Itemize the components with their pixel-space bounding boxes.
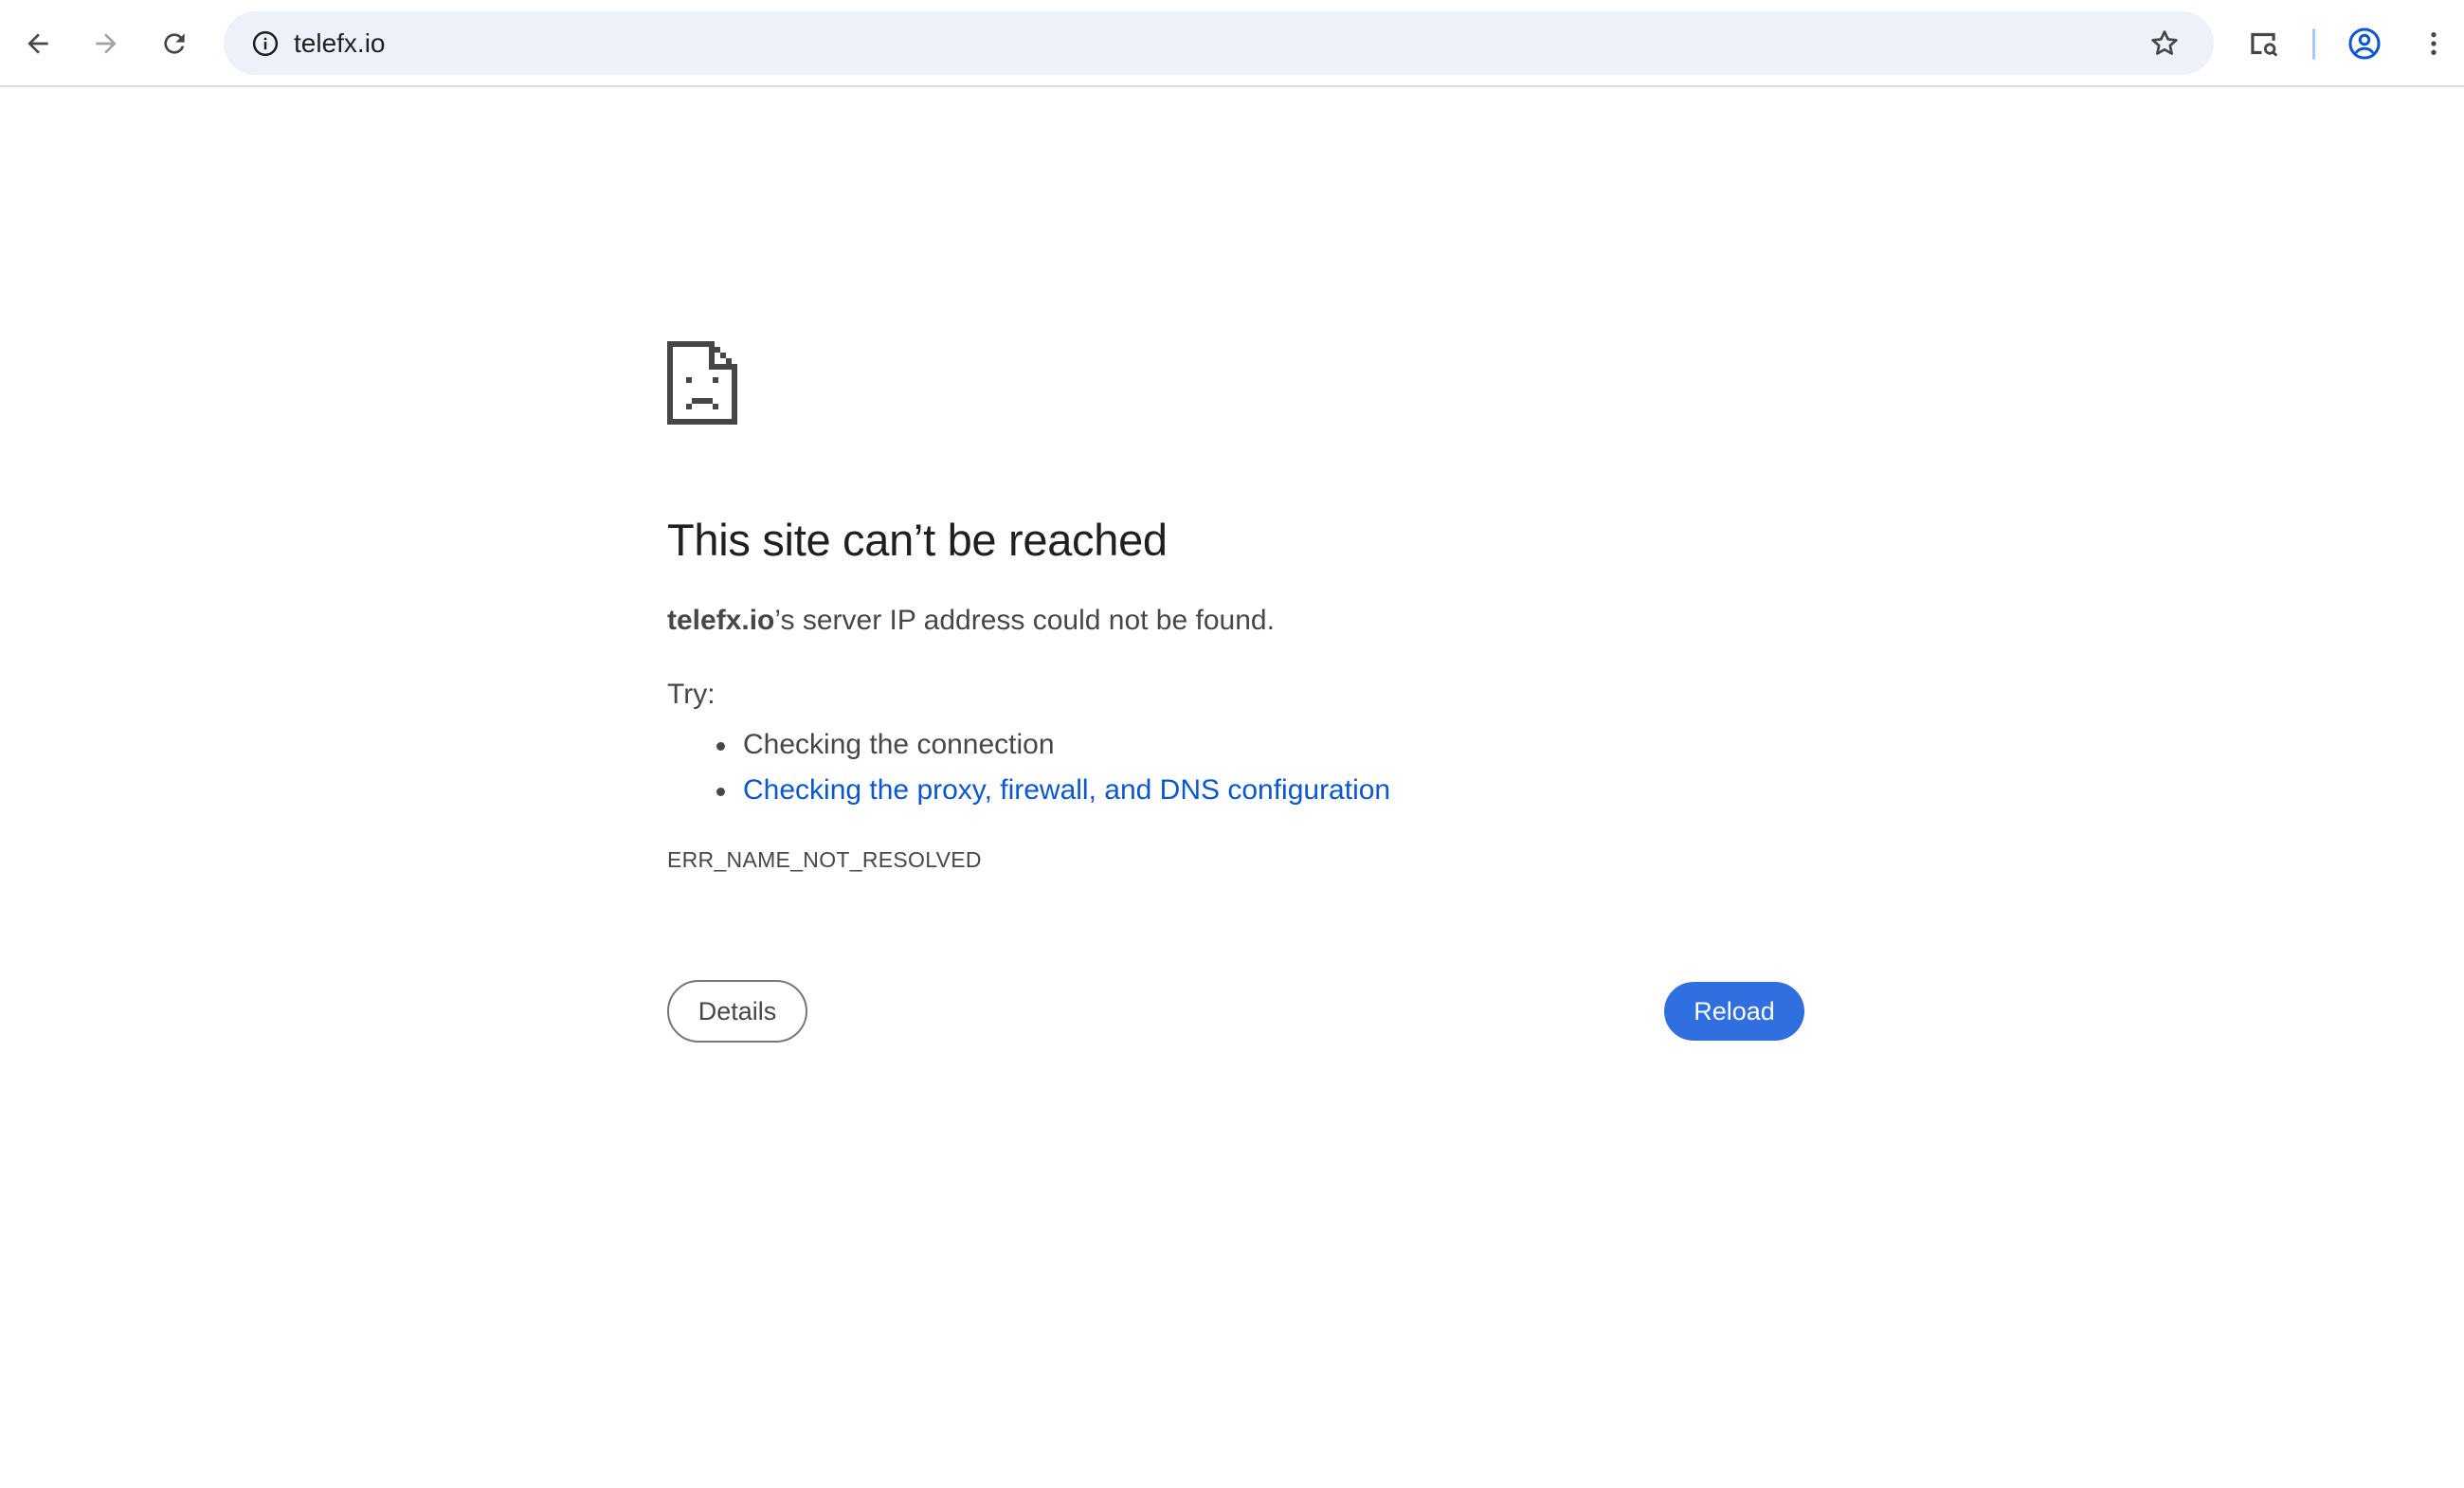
suggestion-proxy-link[interactable]: Checking the proxy, firewall, and DNS co… (743, 774, 1390, 806)
details-button[interactable]: Details (667, 980, 807, 1043)
menu-button[interactable] (2405, 15, 2462, 72)
address-bar[interactable]: telefx.io (224, 11, 2214, 75)
toolbar-separator (2312, 28, 2315, 60)
info-icon (252, 30, 279, 57)
forward-button[interactable] (78, 15, 135, 72)
reload-toolbar-button[interactable] (146, 15, 203, 72)
back-button[interactable] (9, 15, 66, 72)
reload-icon (164, 33, 185, 54)
tab-search-button[interactable] (2235, 15, 2292, 72)
bookmark-button[interactable] (2138, 17, 2191, 70)
more-vert-icon (2431, 32, 2437, 55)
error-host: telefx.io (667, 605, 775, 636)
error-summary: telefx.io’s server IP address could not … (667, 605, 1275, 637)
error-summary-text: ’s server IP address could not be found. (774, 605, 1275, 636)
star-icon (2151, 30, 2178, 55)
reload-button[interactable]: Reload (1664, 982, 1804, 1041)
error-code: ERR_NAME_NOT_RESOLVED (667, 847, 982, 872)
suggestion-connection: Checking the connection (743, 729, 1055, 760)
arrow-forward-icon (96, 33, 117, 54)
account-circle-icon (2348, 27, 2381, 60)
tab-search-icon (2251, 32, 2278, 57)
site-info-button[interactable] (239, 17, 292, 70)
browser-toolbar: telefx.io (0, 0, 2464, 87)
try-label: Try: (667, 679, 716, 710)
sad-document-icon (667, 341, 737, 425)
arrow-back-icon (27, 33, 48, 54)
suggestions-list: Checking the connection Checking the pro… (667, 722, 1390, 813)
suggestion-item: Checking the connection (667, 722, 1390, 768)
suggestion-item: Checking the proxy, firewall, and DNS co… (667, 768, 1390, 813)
url-text[interactable]: telefx.io (294, 11, 386, 75)
error-title: This site can’t be reached (667, 515, 1168, 565)
profile-button[interactable] (2336, 15, 2393, 72)
